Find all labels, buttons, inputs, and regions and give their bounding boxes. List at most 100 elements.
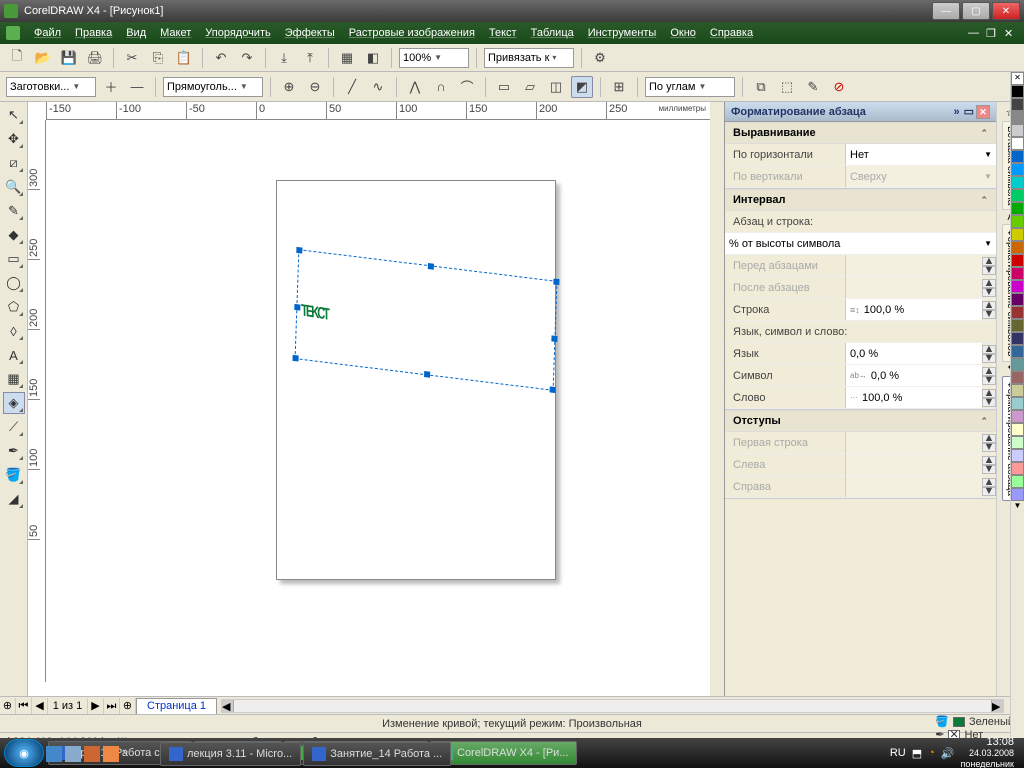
tray-icon-2[interactable]: ◔ bbox=[928, 747, 935, 759]
palette-swatch[interactable] bbox=[1011, 488, 1024, 501]
export-icon[interactable]: ⤒ bbox=[299, 47, 321, 69]
keep-lines-icon[interactable]: ⊞ bbox=[608, 76, 630, 98]
palette-swatch[interactable] bbox=[1011, 124, 1024, 137]
palette-swatch[interactable] bbox=[1011, 280, 1024, 293]
effects-tool[interactable]: ◈ bbox=[3, 392, 25, 414]
fill-tool[interactable]: 🪣 bbox=[3, 464, 25, 486]
drawing-canvas[interactable]: TEKCT bbox=[46, 120, 710, 682]
docker-min-icon[interactable]: ▭ bbox=[964, 105, 974, 118]
open-icon[interactable]: 📂 bbox=[32, 47, 54, 69]
section-alignment[interactable]: Выравнивание⌃ bbox=[725, 122, 996, 144]
palette-swatch[interactable] bbox=[1011, 397, 1024, 410]
task-app-6[interactable]: Занятие_14 Работа ... bbox=[303, 742, 451, 766]
line-spacing-field[interactable]: ≡↕100,0 % bbox=[845, 299, 982, 320]
shape-tool[interactable]: ✥ bbox=[3, 128, 25, 150]
menu-window[interactable]: Окно bbox=[670, 27, 696, 39]
zoom-combo[interactable]: 100%▼ bbox=[399, 48, 469, 68]
symm-icon[interactable]: ⌒ bbox=[456, 76, 478, 98]
palette-swatch[interactable] bbox=[1011, 436, 1024, 449]
smartfill-tool[interactable]: ◆ bbox=[3, 224, 25, 246]
eyedrop-icon[interactable]: ✎ bbox=[802, 76, 824, 98]
zoom-tool[interactable]: 🔍 bbox=[3, 176, 25, 198]
palette-swatch[interactable] bbox=[1011, 462, 1024, 475]
launch-icon[interactable]: ▦ bbox=[336, 47, 358, 69]
polygon-tool[interactable]: ⬠ bbox=[3, 296, 25, 318]
docker-close-icon[interactable]: ✕ bbox=[976, 105, 990, 119]
palette-swatch[interactable] bbox=[1011, 241, 1024, 254]
palette-swatch[interactable] bbox=[1011, 228, 1024, 241]
save-icon[interactable]: 💾 bbox=[58, 47, 80, 69]
fill-swatch[interactable] bbox=[953, 717, 965, 727]
palette-swatch[interactable] bbox=[1011, 410, 1024, 423]
page-add2-icon[interactable]: ⊕ bbox=[120, 698, 136, 714]
paste-icon[interactable]: 📋 bbox=[173, 47, 195, 69]
lang-field[interactable]: 0,0 % bbox=[845, 343, 982, 364]
lang-indicator[interactable]: RU bbox=[890, 747, 906, 759]
pick-tool[interactable]: ↖ bbox=[3, 104, 25, 126]
cusp-icon[interactable]: ⋀ bbox=[404, 76, 426, 98]
align-horiz-select[interactable]: Нет▼ bbox=[845, 144, 996, 165]
palette-swatch[interactable] bbox=[1011, 358, 1024, 371]
ellipse-tool[interactable]: ◯ bbox=[3, 272, 25, 294]
eyedropper-tool[interactable]: ⟋ bbox=[3, 416, 25, 438]
word-field[interactable]: ···100,0 % bbox=[845, 387, 982, 408]
mode2-icon[interactable]: ▱ bbox=[519, 76, 541, 98]
palette-swatch[interactable] bbox=[1011, 345, 1024, 358]
page-add-icon[interactable]: ⊕ bbox=[0, 698, 16, 714]
node-add-icon[interactable]: ⊕ bbox=[278, 76, 300, 98]
char-field[interactable]: ab↔0,0 % bbox=[845, 365, 982, 386]
palette-swatch[interactable] bbox=[1011, 319, 1024, 332]
palette-none[interactable]: ✕ bbox=[1011, 72, 1024, 85]
doc-close-button[interactable]: ✕ bbox=[1004, 27, 1018, 39]
volume-icon[interactable]: 🔊 bbox=[941, 747, 955, 760]
curve-icon[interactable]: ∿ bbox=[367, 76, 389, 98]
print-icon[interactable]: 🖨 bbox=[84, 47, 106, 69]
mode1-icon[interactable]: ▭ bbox=[493, 76, 515, 98]
page-prev-icon[interactable]: ◀ bbox=[32, 698, 48, 714]
palette-swatch[interactable] bbox=[1011, 423, 1024, 436]
node-del-icon[interactable]: ⊖ bbox=[304, 76, 326, 98]
page-last-icon[interactable]: ⏭ bbox=[104, 698, 120, 714]
menu-bitmaps[interactable]: Растровые изображения bbox=[349, 27, 475, 39]
ql-firefox-icon[interactable] bbox=[103, 746, 119, 762]
horizontal-scrollbar[interactable]: ◀▶ bbox=[221, 699, 1004, 713]
menu-view[interactable]: Вид bbox=[126, 27, 146, 39]
del-preset-icon[interactable]: — bbox=[126, 76, 148, 98]
palette-swatch[interactable] bbox=[1011, 332, 1024, 345]
table-tool[interactable]: ▦ bbox=[3, 368, 25, 390]
spacing-mode-select[interactable]: % от высоты символа▼ bbox=[725, 233, 996, 254]
task-app-5[interactable]: лекция 3.11 - Micro... bbox=[160, 742, 301, 766]
palette-swatch[interactable] bbox=[1011, 176, 1024, 189]
maximize-button[interactable]: ▢ bbox=[962, 2, 990, 20]
doc-minimize-button[interactable]: — bbox=[968, 27, 982, 39]
cut-icon[interactable]: ✂ bbox=[121, 47, 143, 69]
welcome-icon[interactable]: ◧ bbox=[362, 47, 384, 69]
doc-restore-button[interactable]: ❐ bbox=[986, 27, 1000, 39]
envelope-shape-combo[interactable]: Прямоуголь...▼ bbox=[163, 77, 263, 97]
tray-icon-1[interactable]: ⬒ bbox=[912, 747, 922, 760]
mapping-combo[interactable]: По углам▼ bbox=[645, 77, 735, 97]
menu-help[interactable]: Справка bbox=[710, 27, 753, 39]
interactive-fill-tool[interactable]: ◢ bbox=[3, 488, 25, 510]
minimize-button[interactable]: — bbox=[932, 2, 960, 20]
palette-swatch[interactable] bbox=[1011, 98, 1024, 111]
palette-scroll-down-icon[interactable]: ▼ bbox=[1011, 501, 1024, 514]
palette-swatch[interactable] bbox=[1011, 475, 1024, 488]
ql-explorer-icon[interactable] bbox=[65, 746, 81, 762]
artistic-text[interactable]: TEKCT bbox=[301, 269, 329, 328]
palette-swatch[interactable] bbox=[1011, 384, 1024, 397]
palette-swatch[interactable] bbox=[1011, 202, 1024, 215]
menu-file[interactable]: Файл bbox=[34, 27, 61, 39]
crop-tool[interactable]: ⧄ bbox=[3, 152, 25, 174]
copy-icon[interactable]: ⎘ bbox=[147, 47, 169, 69]
menu-layout[interactable]: Макет bbox=[160, 27, 191, 39]
ql-desktop-icon[interactable] bbox=[46, 746, 62, 762]
preset-combo[interactable]: Заготовки...▼ bbox=[6, 77, 96, 97]
palette-swatch[interactable] bbox=[1011, 137, 1024, 150]
menu-edit[interactable]: Правка bbox=[75, 27, 112, 39]
palette-swatch[interactable] bbox=[1011, 163, 1024, 176]
smooth-icon[interactable]: ∩ bbox=[430, 76, 452, 98]
docker-collapse-icon[interactable]: » bbox=[953, 106, 959, 118]
palette-swatch[interactable] bbox=[1011, 449, 1024, 462]
freehand-tool[interactable]: ✎ bbox=[3, 200, 25, 222]
